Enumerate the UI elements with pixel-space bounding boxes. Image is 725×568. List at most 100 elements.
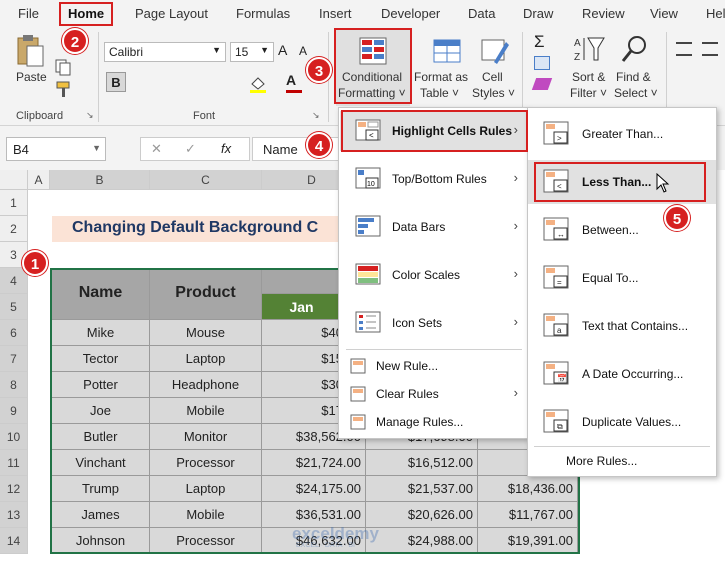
font-size-value: 15: [235, 45, 249, 59]
tab-draw[interactable]: Draw: [523, 6, 553, 21]
tab-data[interactable]: Data: [468, 6, 495, 21]
clipboard-launcher-icon[interactable]: ↘: [86, 110, 94, 121]
tab-review[interactable]: Review: [582, 6, 625, 21]
cell-styles-icon: [481, 39, 509, 64]
row-header-12[interactable]: 12: [0, 476, 28, 502]
column-header-a[interactable]: A: [28, 170, 50, 190]
row-header-8[interactable]: 8: [0, 372, 28, 398]
autosum-icon[interactable]: Σ: [534, 32, 545, 52]
enter-icon[interactable]: ✓: [185, 141, 196, 157]
duplicate-values-icon: ⧉: [543, 409, 569, 433]
tab-file[interactable]: File: [18, 6, 39, 21]
greater-than-icon: >: [543, 121, 569, 145]
equal-to-icon: =: [543, 265, 569, 289]
tab-page-layout[interactable]: Page Layout: [135, 6, 208, 21]
paste-label: Paste: [16, 70, 47, 84]
row-header-9[interactable]: 9: [0, 398, 28, 424]
name-box[interactable]: B4 ▼: [6, 137, 106, 161]
svg-text:Z: Z: [574, 52, 580, 63]
chevron-down-icon: ▼: [92, 143, 101, 153]
grow-font-icon[interactable]: A: [278, 42, 287, 58]
cs-label-line1: Cell: [482, 70, 503, 84]
menu-item-new-rule[interactable]: New Rule...: [340, 354, 526, 378]
align-center-icon[interactable]: [702, 42, 718, 56]
fill-icon[interactable]: [534, 56, 550, 70]
menu-item-a-date-occurring[interactable]: 📅 A Date Occurring...: [528, 352, 716, 396]
text-that-contains-icon: a: [543, 313, 569, 337]
svg-text:>: >: [557, 134, 562, 143]
font-color-icon[interactable]: A: [286, 72, 296, 88]
color-scales-icon: [355, 263, 381, 285]
font-name-box[interactable]: Calibri ▼: [104, 42, 226, 62]
row-header-7[interactable]: 7: [0, 346, 28, 372]
menu-item-duplicate-values[interactable]: ⧉ Duplicate Values...: [528, 400, 716, 444]
fill-color-icon[interactable]: [248, 74, 268, 94]
sort-filter-icon: AZ: [574, 37, 605, 63]
more-rules-item[interactable]: More Rules...: [566, 454, 637, 468]
menu-item-icon-sets[interactable]: Icon Sets ›: [340, 303, 526, 343]
chevron-down-icon: ▼: [260, 45, 269, 55]
tab-view[interactable]: View: [650, 6, 678, 21]
menu-item-equal-to[interactable]: = Equal To...: [528, 256, 716, 300]
font-launcher-icon[interactable]: ↘: [312, 110, 320, 121]
menu-item-label: Data Bars: [392, 220, 446, 234]
shrink-font-icon[interactable]: A: [299, 44, 307, 58]
menu-item-top-bottom-rules[interactable]: 10 Top/Bottom Rules ›: [340, 159, 526, 199]
menu-item-label: Between...: [582, 223, 639, 237]
tab-insert[interactable]: Insert: [319, 6, 352, 21]
sheet-title[interactable]: Changing Default Background C: [52, 216, 342, 242]
tab-formulas[interactable]: Formulas: [236, 6, 290, 21]
fs-label-line2: Select ˅: [614, 86, 658, 100]
step-badge-3: 3: [306, 57, 332, 83]
menu-item-label: Manage Rules...: [376, 415, 464, 429]
menu-item-greater-than[interactable]: > Greater Than...: [528, 112, 716, 156]
watermark-text: exceldemy: [292, 524, 379, 543]
align-left-icon[interactable]: [676, 42, 692, 56]
row-header-14[interactable]: 14: [0, 528, 28, 554]
menu-item-text-that-contains[interactable]: a Text that Contains...: [528, 304, 716, 348]
svg-text:⧉: ⧉: [557, 422, 563, 431]
column-header-c[interactable]: C: [150, 170, 262, 190]
copy-icon[interactable]: [54, 58, 74, 76]
row-header-2[interactable]: 2: [0, 216, 28, 242]
menu-item-data-bars[interactable]: Data Bars ›: [340, 207, 526, 247]
sort-filter-button[interactable]: AZ Sort & Filter ˅: [570, 34, 612, 104]
menu-item-manage-rules[interactable]: Manage Rules...: [340, 410, 526, 434]
row-header-5[interactable]: 5: [0, 294, 28, 320]
sf-label-line2: Filter ˅: [570, 86, 608, 100]
tab-help[interactable]: Hel: [706, 6, 725, 21]
menu-item-label: Top/Bottom Rules: [392, 172, 487, 186]
tab-developer[interactable]: Developer: [381, 6, 440, 21]
fx-icon[interactable]: fx: [221, 141, 231, 156]
row-header-13[interactable]: 13: [0, 502, 28, 528]
sf-label-line1: Sort &: [572, 70, 606, 84]
menu-item-label: Clear Rules: [376, 387, 439, 401]
cancel-icon[interactable]: ✕: [151, 141, 162, 157]
separator: [98, 32, 99, 122]
menu-item-color-scales[interactable]: Color Scales ›: [340, 255, 526, 295]
watermark-subtext: EXCEL · DATA · BI: [296, 542, 355, 549]
menu-item-clear-rules[interactable]: Clear Rules ›: [340, 382, 526, 406]
row-header-4[interactable]: 4: [0, 268, 28, 294]
font-size-box[interactable]: 15 ▼: [230, 42, 274, 62]
paste-button[interactable]: [14, 34, 46, 70]
new-rule-icon: [350, 358, 366, 374]
step-badge-4: 4: [306, 132, 332, 158]
format-as-table-button[interactable]: Format as Table ˅: [414, 34, 472, 104]
chevron-right-icon: ›: [513, 385, 518, 400]
table-icon: [433, 39, 461, 63]
row-header-1[interactable]: 1: [0, 190, 28, 216]
cell-styles-button[interactable]: Cell Styles ˅: [472, 34, 518, 104]
column-header-b[interactable]: B: [50, 170, 150, 190]
step-badge-1: 1: [22, 250, 48, 276]
select-all-corner[interactable]: [0, 170, 28, 190]
bold-button[interactable]: B: [106, 72, 126, 92]
row-header-10[interactable]: 10: [0, 424, 28, 450]
clear-icon[interactable]: [531, 78, 553, 90]
find-select-button[interactable]: Find & Select ˅: [614, 34, 658, 104]
row-header-6[interactable]: 6: [0, 320, 28, 346]
format-painter-icon[interactable]: [54, 80, 74, 98]
row-header-11[interactable]: 11: [0, 450, 28, 476]
font-group-label: Font: [193, 110, 216, 122]
menu-item-label: Equal To...: [582, 271, 639, 285]
